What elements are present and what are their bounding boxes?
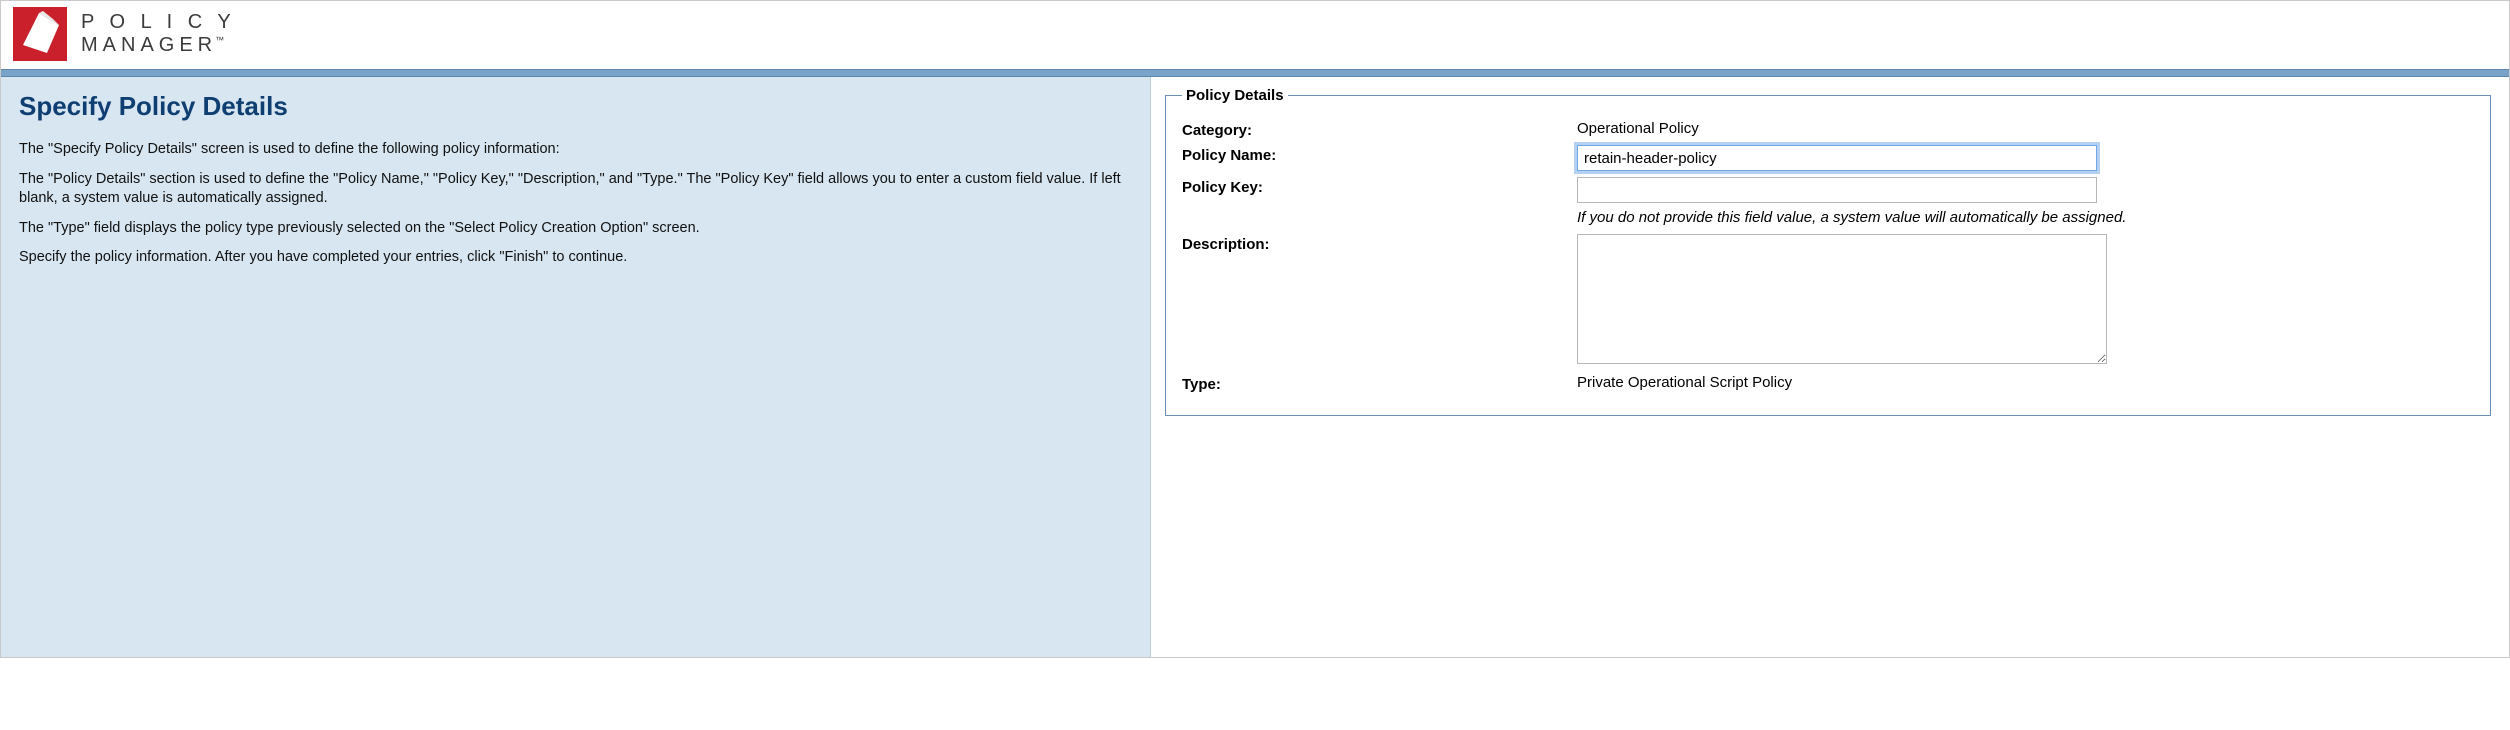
- description-textarea[interactable]: [1577, 234, 2107, 364]
- value-category: Operational Policy: [1577, 120, 1699, 137]
- help-paragraph: The "Type" field displays the policy typ…: [19, 219, 1132, 239]
- logo-icon: [13, 7, 67, 61]
- row-type: Type: Private Operational Script Policy: [1182, 374, 2474, 393]
- header-divider: [1, 69, 2509, 77]
- value-type: Private Operational Script Policy: [1577, 374, 1792, 391]
- help-paragraph: The "Specify Policy Details" screen is u…: [19, 140, 1132, 160]
- content: Specify Policy Details The "Specify Poli…: [1, 77, 2509, 657]
- page-title: Specify Policy Details: [19, 91, 1132, 122]
- help-paragraph: The "Policy Details" section is used to …: [19, 170, 1132, 209]
- label-policy-key: Policy Key:: [1182, 177, 1577, 196]
- label-policy-name: Policy Name:: [1182, 145, 1577, 164]
- label-description: Description:: [1182, 234, 1577, 253]
- row-category: Category: Operational Policy: [1182, 120, 2474, 139]
- row-policy-name: Policy Name:: [1182, 145, 2474, 171]
- row-description: Description:: [1182, 234, 2474, 368]
- brand-line2: MANAGER™: [81, 34, 236, 57]
- page: P O L I C Y MANAGER™ Specify Policy Deta…: [0, 0, 2510, 658]
- brand-text: P O L I C Y MANAGER™: [81, 11, 236, 57]
- brand-line1: P O L I C Y: [81, 11, 236, 34]
- brand-tm: ™: [215, 35, 224, 45]
- row-policy-key: Policy Key:: [1182, 177, 2474, 203]
- policy-details-fieldset: Policy Details Category: Operational Pol…: [1165, 87, 2491, 416]
- policy-key-hint: If you do not provide this field value, …: [1577, 209, 2474, 226]
- policy-name-input[interactable]: [1577, 145, 2097, 171]
- policy-key-input[interactable]: [1577, 177, 2097, 203]
- label-category: Category:: [1182, 120, 1577, 139]
- fieldset-legend: Policy Details: [1182, 87, 1288, 104]
- header: P O L I C Y MANAGER™: [1, 1, 2509, 69]
- form-panel: Policy Details Category: Operational Pol…: [1151, 77, 2509, 657]
- label-type: Type:: [1182, 374, 1577, 393]
- help-panel: Specify Policy Details The "Specify Poli…: [1, 77, 1151, 657]
- help-paragraph: Specify the policy information. After yo…: [19, 248, 1132, 268]
